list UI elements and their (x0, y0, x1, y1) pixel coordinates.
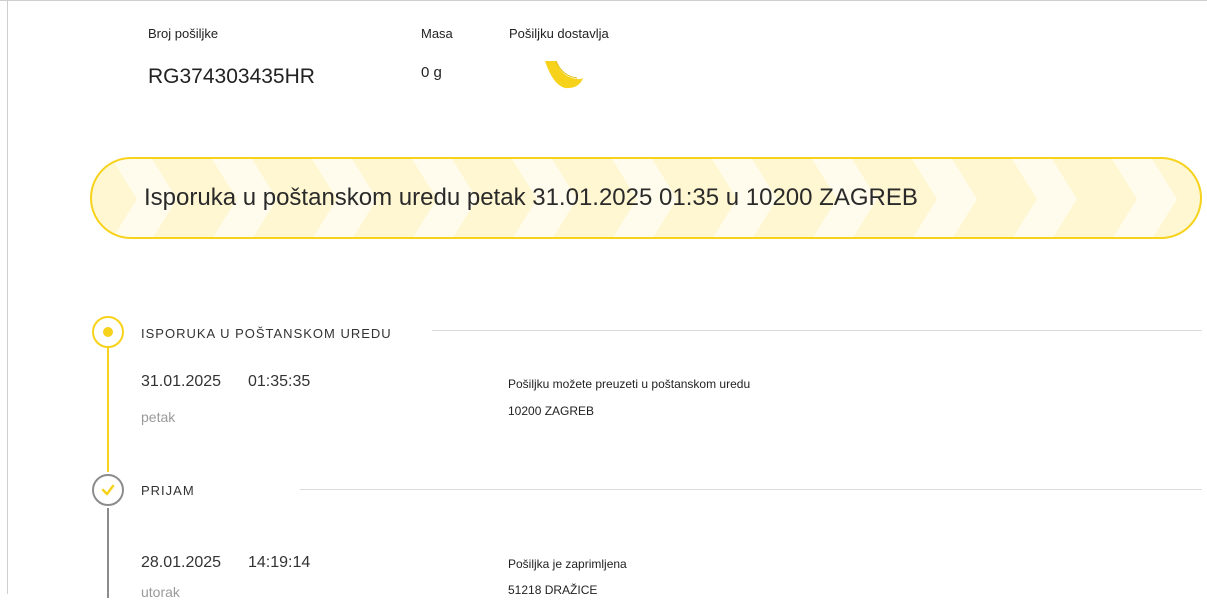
step-divider (300, 489, 1202, 490)
timeline-connector-active (107, 347, 109, 472)
shipment-number-label: Broj pošiljke (148, 26, 219, 41)
event-description: Pošiljka je zaprimljena (508, 557, 627, 571)
event-date: 31.01.2025 (141, 373, 222, 390)
event-description: Pošiljku možete preuzeti u poštanskom ur… (508, 377, 751, 391)
event-date: 28.01.2025 (141, 554, 222, 571)
event-day: utorak (141, 584, 180, 600)
step-title: PRIJAM (141, 483, 195, 498)
event-time: 01:35:35 (248, 373, 311, 390)
check-icon (92, 474, 124, 506)
step-title: ISPORUKA U POŠTANSKOM UREDU (141, 326, 392, 341)
event-location: 51218 DRAŽICE (508, 583, 598, 597)
posthorn-logo-icon (543, 55, 587, 91)
weight-label: Masa (421, 26, 453, 41)
event-location: 10200 ZAGREB (508, 404, 595, 418)
current-step-dot-icon (92, 316, 124, 348)
timeline-connector (107, 508, 109, 598)
weight-value: 0 g (421, 64, 442, 81)
event-time: 14:19:14 (248, 554, 311, 571)
status-banner-text: Isporuka u poštanskom uredu petak 31.01.… (144, 184, 918, 211)
shipment-number: RG374303435HR (148, 65, 315, 88)
window-left-border (7, 0, 8, 594)
carrier-label: Pošiljku dostavlja (509, 26, 609, 41)
step-divider (432, 330, 1202, 331)
status-banner: Isporuka u poštanskom uredu petak 31.01.… (90, 157, 1202, 239)
event-day: petak (141, 409, 176, 425)
window-top-border (0, 0, 1207, 1)
